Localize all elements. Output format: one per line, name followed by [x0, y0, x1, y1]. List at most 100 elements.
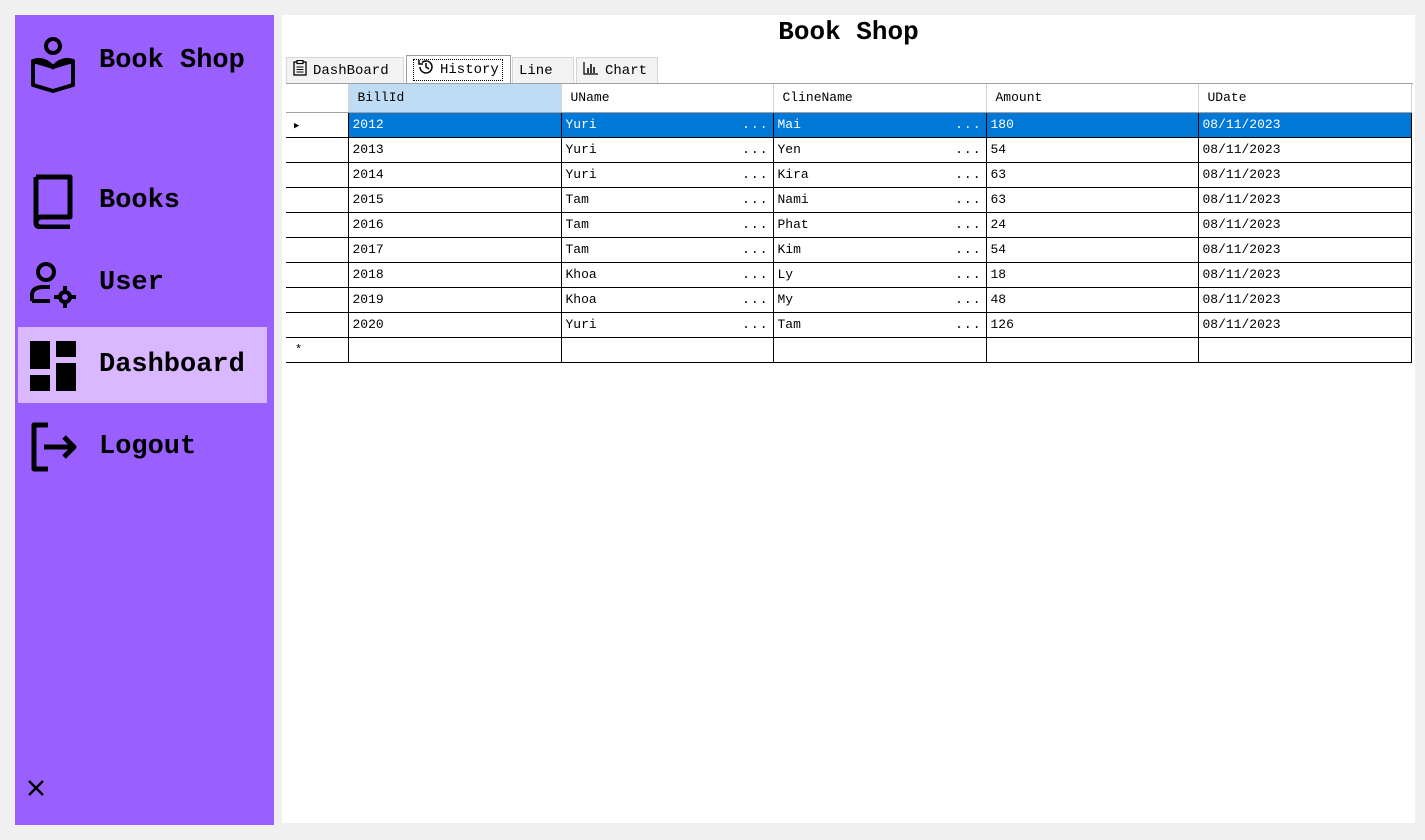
row-header[interactable]: ▶: [286, 112, 349, 138]
cell-uname[interactable]: Yuri...: [561, 312, 774, 338]
sidebar-item-books[interactable]: Books: [18, 163, 267, 239]
cell-udate[interactable]: 08/11/2023: [1198, 137, 1412, 163]
cell-udate[interactable]: 08/11/2023: [1198, 237, 1412, 263]
cell-billid[interactable]: 2020: [348, 312, 562, 338]
ellipsis-button[interactable]: ...: [742, 292, 768, 307]
table-row[interactable]: 2020 Yuri... Tam... 126 08/11/2023: [286, 312, 1412, 338]
ellipsis-button[interactable]: ...: [955, 317, 981, 332]
cell-billid[interactable]: 2017: [348, 237, 562, 263]
cell-udate[interactable]: 08/11/2023: [1198, 162, 1412, 188]
ellipsis-button[interactable]: ...: [955, 242, 981, 257]
table-row[interactable]: 2015 Tam... Nami... 63 08/11/2023: [286, 187, 1412, 213]
cell-billid[interactable]: 2015: [348, 187, 562, 213]
cell-udate[interactable]: 08/11/2023: [1198, 212, 1412, 238]
table-row[interactable]: ▶ 2012 Yuri... Mai... 180 08/11/2023: [286, 112, 1412, 138]
cell-clinename[interactable]: Mai...: [773, 112, 987, 138]
cell-amount[interactable]: 18: [986, 262, 1199, 288]
tab-line[interactable]: Line: [512, 57, 574, 83]
cell-billid[interactable]: 2016: [348, 212, 562, 238]
cell-udate[interactable]: 08/11/2023: [1198, 287, 1412, 313]
row-header-corner[interactable]: [286, 84, 349, 113]
new-row-cell[interactable]: [561, 337, 774, 363]
cell-uname[interactable]: Yuri...: [561, 162, 774, 188]
cell-amount[interactable]: 48: [986, 287, 1199, 313]
cell-clinename[interactable]: Ly...: [773, 262, 987, 288]
cell-amount[interactable]: 54: [986, 137, 1199, 163]
new-row-cell[interactable]: [986, 337, 1199, 363]
row-header[interactable]: *: [286, 337, 349, 363]
tab-dashboard[interactable]: DashBoard: [286, 57, 404, 83]
table-row[interactable]: 2019 Khoa... My... 48 08/11/2023: [286, 287, 1412, 313]
ellipsis-button[interactable]: ...: [955, 167, 981, 182]
cell-uname[interactable]: Tam...: [561, 187, 774, 213]
cell-udate[interactable]: 08/11/2023: [1198, 187, 1412, 213]
row-header[interactable]: [286, 287, 349, 313]
ellipsis-button[interactable]: ...: [955, 292, 981, 307]
ellipsis-button[interactable]: ...: [955, 192, 981, 207]
cell-clinename[interactable]: Kim...: [773, 237, 987, 263]
data-grid[interactable]: BillId UName ClineName Amount UDate ▶ 201…: [286, 83, 1413, 821]
row-header[interactable]: [286, 262, 349, 288]
row-header[interactable]: [286, 187, 349, 213]
column-header-uname[interactable]: UName: [561, 84, 774, 113]
ellipsis-button[interactable]: ...: [742, 242, 768, 257]
cell-udate[interactable]: 08/11/2023: [1198, 262, 1412, 288]
cell-amount[interactable]: 63: [986, 162, 1199, 188]
ellipsis-button[interactable]: ...: [742, 317, 768, 332]
cell-clinename[interactable]: My...: [773, 287, 987, 313]
cell-amount[interactable]: 180: [986, 112, 1199, 138]
table-row[interactable]: 2016 Tam... Phat... 24 08/11/2023: [286, 212, 1412, 238]
close-icon[interactable]: [23, 775, 49, 801]
cell-uname[interactable]: Yuri...: [561, 137, 774, 163]
cell-uname[interactable]: Khoa...: [561, 287, 774, 313]
sidebar-item-logout[interactable]: Logout: [18, 409, 267, 485]
ellipsis-button[interactable]: ...: [742, 167, 768, 182]
cell-uname[interactable]: Khoa...: [561, 262, 774, 288]
sidebar-item-dashboard[interactable]: Dashboard: [18, 327, 267, 403]
column-header-billid[interactable]: BillId: [348, 84, 562, 113]
cell-udate[interactable]: 08/11/2023: [1198, 112, 1412, 138]
sidebar-item-user[interactable]: User: [18, 245, 267, 321]
column-header-udate[interactable]: UDate: [1198, 84, 1412, 113]
cell-amount[interactable]: 54: [986, 237, 1199, 263]
cell-billid[interactable]: 2019: [348, 287, 562, 313]
cell-clinename[interactable]: Yen...: [773, 137, 987, 163]
cell-billid[interactable]: 2012: [348, 112, 562, 138]
cell-uname[interactable]: Yuri...: [561, 112, 774, 138]
new-row-cell[interactable]: [773, 337, 987, 363]
tab-history[interactable]: History: [406, 55, 511, 83]
ellipsis-button[interactable]: ...: [742, 142, 768, 157]
row-header[interactable]: [286, 212, 349, 238]
row-header[interactable]: [286, 312, 349, 338]
new-row[interactable]: *: [286, 337, 1412, 363]
ellipsis-button[interactable]: ...: [955, 267, 981, 282]
new-row-cell[interactable]: [1198, 337, 1412, 363]
table-row[interactable]: 2017 Tam... Kim... 54 08/11/2023: [286, 237, 1412, 263]
ellipsis-button[interactable]: ...: [955, 217, 981, 232]
table-row[interactable]: 2014 Yuri... Kira... 63 08/11/2023: [286, 162, 1412, 188]
cell-uname[interactable]: Tam...: [561, 212, 774, 238]
cell-billid[interactable]: 2018: [348, 262, 562, 288]
cell-clinename[interactable]: Kira...: [773, 162, 987, 188]
cell-amount[interactable]: 24: [986, 212, 1199, 238]
ellipsis-button[interactable]: ...: [742, 192, 768, 207]
cell-billid[interactable]: 2014: [348, 162, 562, 188]
cell-udate[interactable]: 08/11/2023: [1198, 312, 1412, 338]
column-header-amount[interactable]: Amount: [986, 84, 1199, 113]
cell-clinename[interactable]: Nami...: [773, 187, 987, 213]
tab-chart[interactable]: Chart: [576, 57, 658, 83]
ellipsis-button[interactable]: ...: [742, 117, 768, 132]
row-header[interactable]: [286, 237, 349, 263]
cell-uname[interactable]: Tam...: [561, 237, 774, 263]
ellipsis-button[interactable]: ...: [742, 267, 768, 282]
cell-amount[interactable]: 126: [986, 312, 1199, 338]
cell-amount[interactable]: 63: [986, 187, 1199, 213]
table-row[interactable]: 2013 Yuri... Yen... 54 08/11/2023: [286, 137, 1412, 163]
ellipsis-button[interactable]: ...: [955, 117, 981, 132]
column-header-clinename[interactable]: ClineName: [773, 84, 987, 113]
cell-clinename[interactable]: Phat...: [773, 212, 987, 238]
new-row-cell[interactable]: [348, 337, 562, 363]
table-row[interactable]: 2018 Khoa... Ly... 18 08/11/2023: [286, 262, 1412, 288]
row-header[interactable]: [286, 162, 349, 188]
cell-billid[interactable]: 2013: [348, 137, 562, 163]
